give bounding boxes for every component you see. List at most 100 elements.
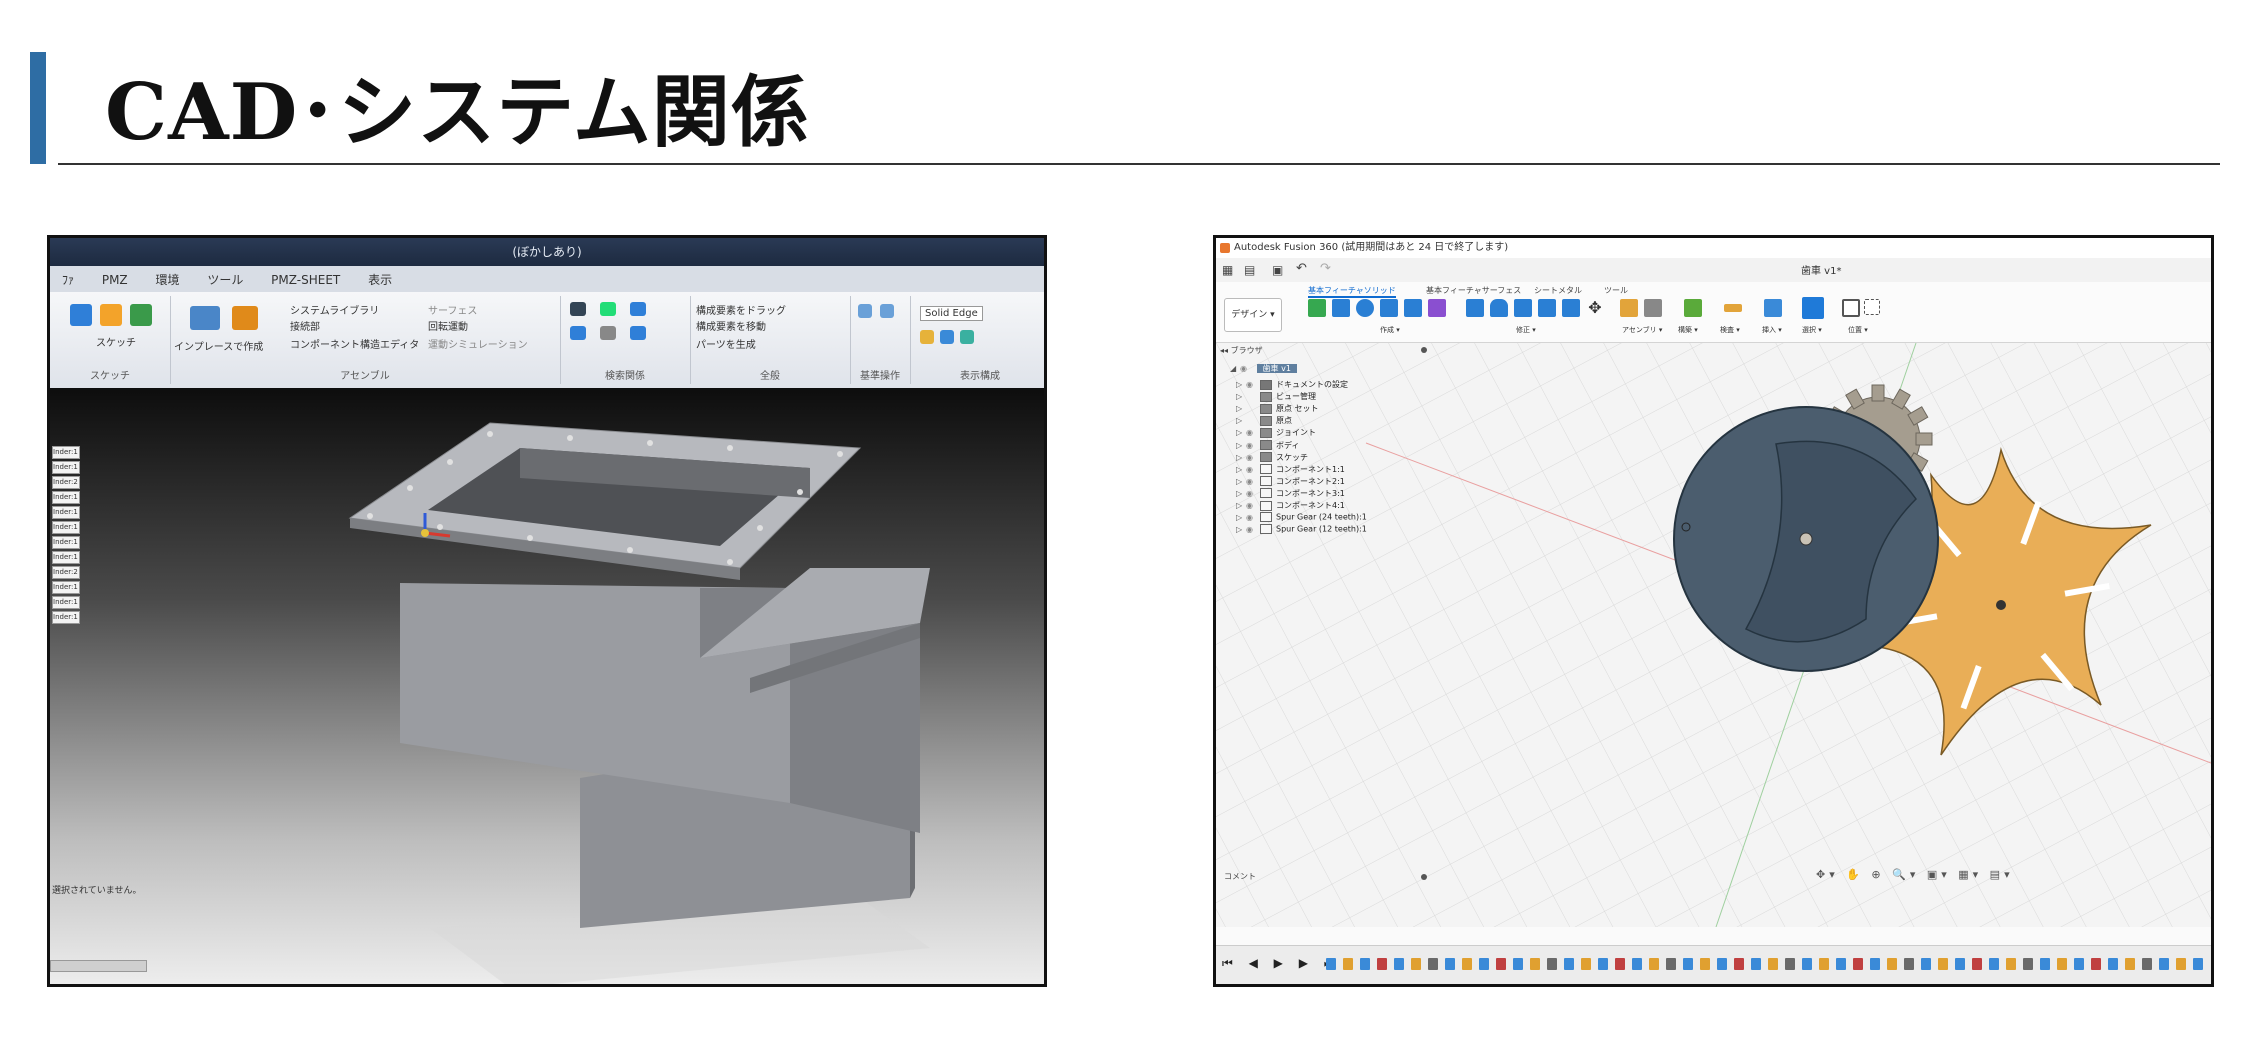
browser-root[interactable]: ◢ ◉ 歯車 v1 — [1230, 363, 1297, 375]
document-tab[interactable]: 歯車 v1* — [1801, 262, 1841, 277]
group-inspect[interactable]: 検査 ▾ — [1720, 325, 1740, 335]
browser-item[interactable]: ▷ ビュー管理 — [1236, 391, 1316, 403]
timeline-feature-icon[interactable] — [1615, 958, 1625, 970]
timeline-feature-icon[interactable] — [1445, 958, 1455, 970]
timeline-feature-icon[interactable] — [2023, 958, 2033, 970]
shell-icon[interactable] — [1538, 299, 1556, 317]
tool-icon[interactable] — [600, 326, 616, 340]
timeline-feature-icon[interactable] — [2057, 958, 2067, 970]
timeline-feature-icon[interactable] — [1496, 958, 1506, 970]
timeline-feature-icon[interactable] — [1428, 958, 1438, 970]
timeline-feature-icon[interactable] — [1326, 958, 1336, 970]
expand-icon[interactable]: ▷ — [1236, 489, 1246, 498]
motion-label[interactable]: 回転運動 — [428, 318, 468, 333]
timeline-feature-icon[interactable] — [1513, 958, 1523, 970]
expand-icon[interactable]: ▷ — [1236, 392, 1246, 401]
visibility-icon[interactable]: ◉ — [1246, 513, 1260, 522]
component-editor-label[interactable]: コンポーネント構造エディタ — [290, 336, 419, 351]
timeline-playback-controls[interactable]: ⏮ ◀ ▶ ▶ ⏭ — [1222, 956, 1341, 971]
timeline-feature-icon[interactable] — [1972, 958, 1982, 970]
group-create[interactable]: 作成 ▾ — [1380, 325, 1400, 335]
timeline-feature-icon[interactable] — [1717, 958, 1727, 970]
select-icon[interactable] — [1802, 297, 1824, 319]
pattern-drag-label[interactable]: 構成要素をドラッグ — [696, 302, 786, 317]
timeline-feature-icon[interactable] — [2074, 958, 2084, 970]
timeline-feature-icon[interactable] — [2125, 958, 2135, 970]
browser-item[interactable]: ▷ ◉ Spur Gear (12 teeth):1 — [1236, 524, 1367, 536]
tool-icon[interactable] — [600, 302, 616, 316]
new-component-icon[interactable] — [1620, 299, 1638, 317]
tab-tools[interactable]: ツール — [1604, 285, 1628, 296]
surface-label[interactable]: サーフェス — [428, 302, 477, 317]
timeline-feature-icon[interactable] — [1598, 958, 1608, 970]
fusion-viewport[interactable]: ◂◂ ブラウザ ◢ ◉ 歯車 v1 コメント ✥▾ ✋ ⊕ 🔍▾ ▣▾ ▦▾ ▤▾… — [1216, 343, 2211, 927]
tab-surface[interactable]: 基本フィーチャサーフェス — [1426, 285, 1521, 296]
timeline-feature-icon[interactable] — [1904, 958, 1914, 970]
display-icon[interactable] — [920, 330, 934, 344]
timeline-feature-icon[interactable] — [1989, 958, 1999, 970]
visibility-icon[interactable]: ◉ — [1246, 501, 1260, 510]
sketch-icon[interactable] — [70, 304, 92, 326]
timeline-feature-icon[interactable] — [2108, 958, 2118, 970]
move-icon[interactable]: ✥ — [1586, 299, 1604, 317]
expand-icon[interactable]: ▷ — [1236, 428, 1246, 437]
fillet-icon[interactable] — [1490, 299, 1508, 317]
timeline-feature-icon[interactable] — [2040, 958, 2050, 970]
timeline-feature-icon[interactable] — [1700, 958, 1710, 970]
constraint-icon[interactable] — [100, 304, 122, 326]
display-icon[interactable] — [960, 330, 974, 344]
timeline-feature-icon[interactable] — [2193, 958, 2203, 970]
loft-icon[interactable] — [1404, 299, 1422, 317]
expand-icon[interactable]: ▷ — [1236, 465, 1246, 474]
inventor-tab[interactable]: ﾌｧ — [50, 266, 86, 293]
browser-item[interactable]: ▷ ◉ ジョイント — [1236, 427, 1316, 439]
visibility-icon[interactable]: ◉ — [1246, 441, 1260, 450]
timeline-feature-icon[interactable] — [1853, 958, 1863, 970]
comments-pin-icon[interactable] — [1421, 874, 1427, 880]
group-position[interactable]: 位置 ▾ — [1848, 325, 1868, 335]
timeline-feature-icon[interactable] — [1411, 958, 1421, 970]
part-create-label[interactable]: パーツを生成 — [696, 336, 756, 351]
canvas-scene[interactable] — [1216, 343, 2211, 927]
display-icon[interactable] — [940, 330, 954, 344]
group-insert[interactable]: 挿入 ▾ — [1762, 325, 1782, 335]
browser-item[interactable]: ▷ ◉ コンポーネント1:1 — [1236, 464, 1345, 476]
timeline-feature-icon[interactable] — [1666, 958, 1676, 970]
inventor-scrollbar[interactable] — [50, 960, 147, 972]
timeline-feature-icon[interactable] — [1683, 958, 1693, 970]
visibility-icon[interactable]: ◉ — [1246, 465, 1260, 474]
inventor-viewport[interactable]: Inder:1 Inder:1 Inder:2 Inder:1 Inder:1 … — [50, 388, 1044, 984]
undo-icon[interactable]: ↶ — [1296, 261, 1307, 276]
expand-icon[interactable]: ▷ — [1236, 525, 1246, 534]
redo-icon[interactable]: ↷ — [1320, 261, 1331, 276]
inplace-create-icon[interactable] — [190, 306, 220, 330]
timeline-feature-icon[interactable] — [1360, 958, 1370, 970]
timeline-feature-icon[interactable] — [1768, 958, 1778, 970]
expand-icon[interactable]: ▷ — [1236, 380, 1246, 389]
insert-image-icon[interactable] — [1764, 299, 1782, 317]
timeline-feature-icon[interactable] — [2091, 958, 2101, 970]
visibility-icon[interactable]: ◉ — [1246, 428, 1260, 437]
visibility-icon[interactable]: ◉ — [1246, 380, 1260, 389]
group-construct[interactable]: 構築 ▾ — [1678, 325, 1698, 335]
dimension-icon[interactable] — [130, 304, 152, 326]
visibility-icon[interactable]: ◉ — [1246, 477, 1260, 486]
timeline-feature-icon[interactable] — [1819, 958, 1829, 970]
joint-icon[interactable] — [1644, 299, 1662, 317]
group-modify[interactable]: 修正 ▾ — [1516, 325, 1536, 335]
extrude-icon[interactable] — [1332, 299, 1350, 317]
browser-item[interactable]: ▷ ◉ コンポーネント3:1 — [1236, 488, 1345, 500]
timeline-feature-icon[interactable] — [1394, 958, 1404, 970]
motion-sim-label[interactable]: 運動シミュレーション — [428, 336, 528, 351]
timeline-feature-icon[interactable] — [2176, 958, 2186, 970]
timeline-feature-icon[interactable] — [1938, 958, 1948, 970]
measure-icon[interactable] — [1724, 304, 1742, 312]
tab-sheetmetal[interactable]: シートメタル — [1534, 285, 1582, 296]
axis-icon[interactable] — [880, 304, 894, 318]
grid-menu-icon[interactable]: ▦ — [1222, 263, 1233, 277]
revolve-icon[interactable] — [1356, 299, 1374, 317]
browser-item[interactable]: ▷ 原点 セット — [1236, 403, 1319, 415]
expand-icon[interactable]: ▷ — [1236, 513, 1246, 522]
navigation-toolbar[interactable]: ✥▾ ✋ ⊕ 🔍▾ ▣▾ ▦▾ ▤▾ — [1816, 868, 2014, 881]
timeline-feature-icon[interactable] — [1785, 958, 1795, 970]
